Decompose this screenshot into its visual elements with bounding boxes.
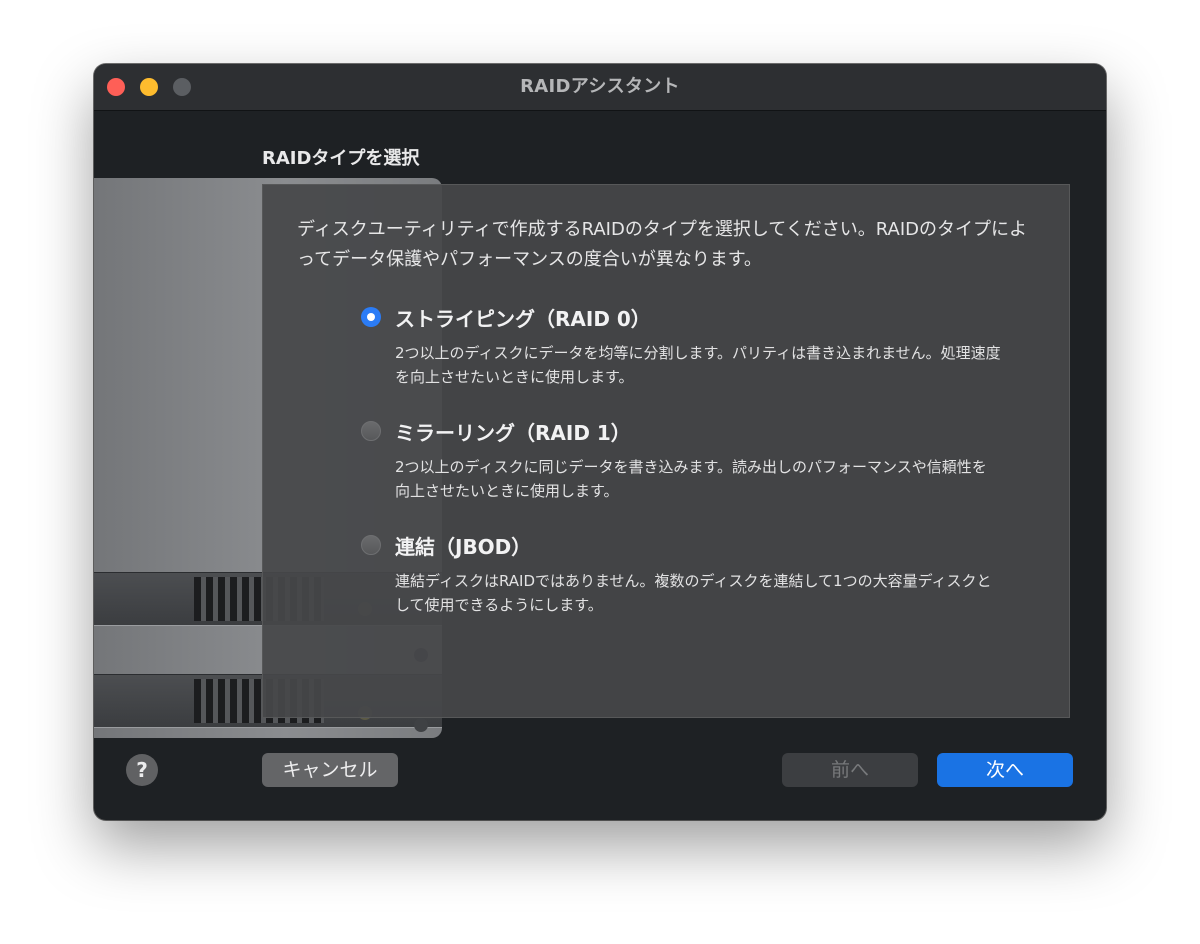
raid-assistant-window: RAIDアシスタント RAIDタイプを選択 ディスクユーティリティで作成するRA… (94, 64, 1106, 820)
radio-raid0[interactable] (361, 307, 381, 327)
option-label-raid0[interactable]: ストライピング（RAID 0） (395, 303, 651, 332)
close-icon[interactable] (107, 78, 125, 96)
option-label-jbod[interactable]: 連結（JBOD） (395, 531, 531, 560)
zoom-icon (173, 78, 191, 96)
section-title: RAIDタイプを選択 (262, 148, 420, 169)
previous-button: 前へ (782, 753, 918, 787)
drive-knob (414, 718, 428, 732)
option-label-raid1[interactable]: ミラーリング（RAID 1） (395, 417, 631, 446)
radio-raid1[interactable] (361, 421, 381, 441)
cancel-button[interactable]: キャンセル (262, 753, 398, 787)
radio-jbod[interactable] (361, 535, 381, 555)
raid-type-panel: ディスクユーティリティで作成するRAIDのタイプを選択してください。RAIDのタ… (262, 184, 1070, 718)
next-button[interactable]: 次へ (937, 753, 1073, 787)
minimize-icon[interactable] (140, 78, 158, 96)
option-description-jbod: 連結ディスクはRAIDではありません。複数のディスクを連結して1つの大容量ディス… (395, 572, 992, 614)
option-description-raid0: 2つ以上のディスクにデータを均等に分割します。パリティは書き込まれません。処理速… (395, 344, 1001, 386)
option-description-raid1: 2つ以上のディスクに同じデータを書き込みます。読み出しのパフォーマンスや信頼性を… (395, 458, 987, 500)
intro-text: ディスクユーティリティで作成するRAIDのタイプを選択してください。RAIDのタ… (297, 219, 1028, 270)
window-title: RAIDアシスタント (520, 76, 680, 97)
question-mark-icon[interactable]: ? (126, 754, 158, 786)
title-bar: RAIDアシスタント (94, 64, 1106, 111)
